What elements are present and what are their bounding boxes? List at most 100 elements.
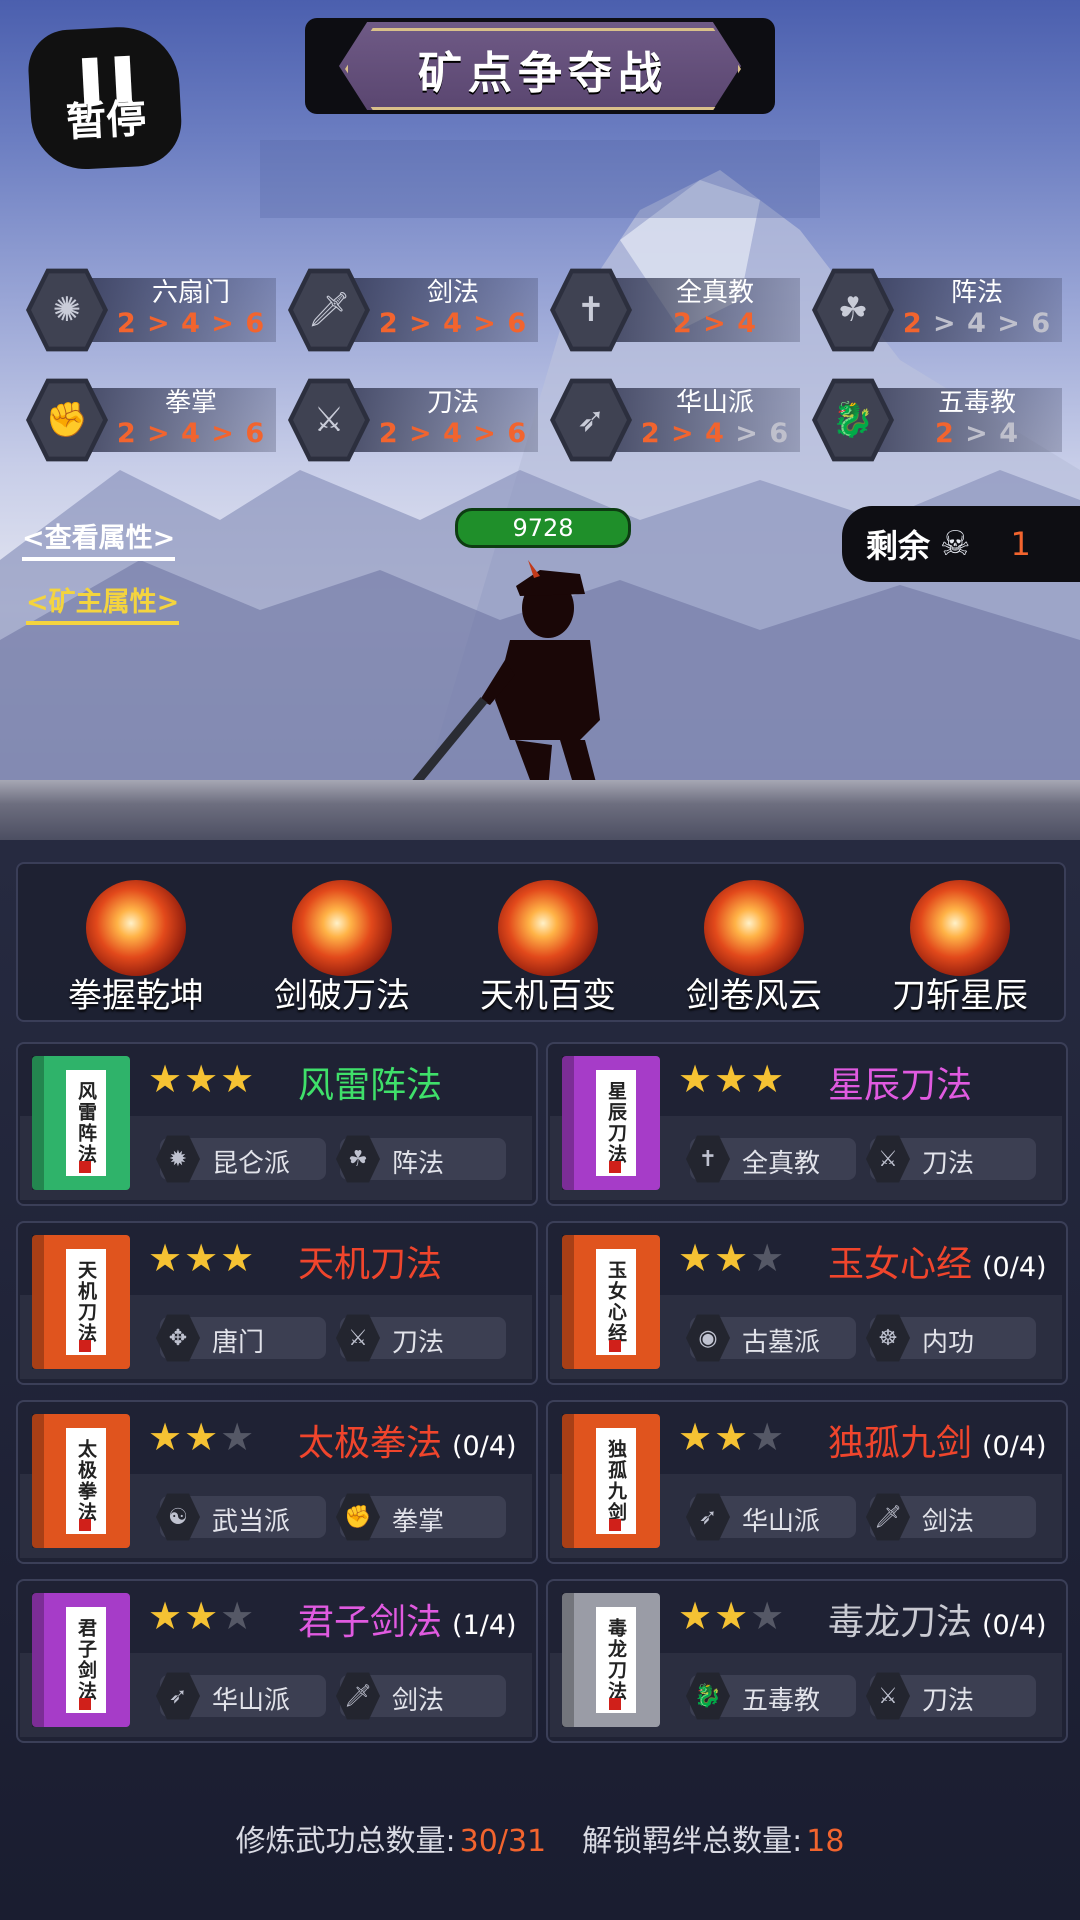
pause-icon: ❚❚ <box>69 47 138 105</box>
skill-orb-icon <box>292 880 392 976</box>
eye-icon-glyph: ◉ <box>698 1325 718 1351</box>
bond-tag: ☘ 阵法 <box>336 1135 506 1183</box>
skill-slot[interactable]: 拳握乾坤 <box>36 864 236 1020</box>
martial-art-card[interactable]: 天机刀法 ★★★ 天机刀法 ✥ 唐门 ⚔ 刀法 <box>16 1221 538 1385</box>
pause-button[interactable]: ❚❚ 暂停 <box>26 24 184 172</box>
bond-tag: ➶ 华山派 <box>156 1672 326 1720</box>
view-attributes-link[interactable]: <查看属性> <box>22 516 176 561</box>
tier-value: 4 <box>181 308 201 339</box>
fish-emblem-icon: ➶ <box>555 383 627 457</box>
bond-tag-label: 古墓派 <box>742 1328 821 1358</box>
art-progress: (0/4) <box>982 1252 1047 1283</box>
bond-tag: ✥ 唐门 <box>156 1314 326 1362</box>
book-seal <box>609 1698 621 1710</box>
tier-value: 4 <box>705 418 725 449</box>
crossed-blades-icon-glyph: ⚔ <box>878 1146 898 1172</box>
tier-value: 4 <box>443 418 463 449</box>
sword-icon: 🗡 <box>866 1493 910 1541</box>
tier-value: 6 <box>507 418 528 449</box>
bond-tag: ⚔ 刀法 <box>866 1672 1036 1720</box>
bond-tag-label: 华山派 <box>212 1686 291 1716</box>
skills-panel: 拳握乾坤 剑破万法 天机百变 剑卷风云 刀斩星辰 <box>16 862 1066 1022</box>
crossed-blades-icon: ⚔ <box>293 383 365 457</box>
manual-book-icon: 君子剑法 <box>32 1593 130 1727</box>
tier-separator: > <box>200 418 246 449</box>
star-filled-icon: ★ <box>220 1057 257 1101</box>
practice-total-label: 修炼武功总数量: <box>235 1824 456 1859</box>
skill-slot[interactable]: 刀斩星辰 <box>860 864 1060 1020</box>
tier-separator: > <box>398 308 444 339</box>
bond-item[interactable]: ✝ 全真教 2 > 4 <box>550 266 800 352</box>
martial-art-card[interactable]: 星辰刀法 ★★★ 星辰刀法 ✝ 全真教 ⚔ 刀法 <box>546 1042 1068 1206</box>
bond-tag-label: 华山派 <box>742 1507 821 1537</box>
bond-name: 阵法 <box>950 278 1003 308</box>
bond-tag-label: 阵法 <box>392 1149 445 1179</box>
skill-slot[interactable]: 剑破万法 <box>242 864 442 1020</box>
card-title: 毒龙刀法 (0/4) <box>828 1593 1047 1645</box>
star-rating: ★★★ <box>148 1239 256 1277</box>
bond-item[interactable]: 🐉 五毒教 2 > 4 <box>812 376 1062 462</box>
tier-value: 4 <box>999 418 1020 449</box>
martial-art-card[interactable]: 风雷阵法 ★★★ 风雷阵法 ✹ 昆仑派 ☘ 阵法 <box>16 1042 538 1206</box>
sun-emblem-icon: ✺ <box>31 273 103 347</box>
bond-tag: 🐉 五毒教 <box>686 1672 856 1720</box>
manual-book-icon: 天机刀法 <box>32 1235 130 1369</box>
bond-tag-label: 全真教 <box>742 1149 821 1179</box>
tier-separator: > <box>692 308 738 339</box>
tier-separator: > <box>954 418 1000 449</box>
bond-item[interactable]: ✊ 拳掌 2 > 4 > 6 <box>26 376 276 462</box>
martial-art-card[interactable]: 君子剑法 ★★★ 君子剑法 (1/4) ➶ 华山派 🗡 剑法 <box>16 1579 538 1743</box>
bond-item[interactable]: ✺ 六扇门 2 > 4 > 6 <box>26 266 276 352</box>
dragon-icon-glyph: 🐉 <box>694 1683 722 1709</box>
yin-yang-icon: ☯ <box>156 1493 200 1541</box>
dagger-emblem-icon: ✝ <box>555 273 627 347</box>
tier-value: 6 <box>769 418 790 449</box>
sword-icon-glyph: 🗡 <box>344 1683 372 1709</box>
tier-separator: > <box>660 418 706 449</box>
title-banner: 矿点争夺战 <box>305 10 775 120</box>
book-spine <box>32 1056 44 1190</box>
meditation-icon: ☸ <box>866 1314 910 1362</box>
bond-tag: ➶ 华山派 <box>686 1493 856 1541</box>
book-spine <box>562 1593 574 1727</box>
star-rating: ★★★ <box>148 1060 256 1098</box>
remaining-count: 1 <box>1010 525 1031 563</box>
triquetra-icon-glyph: ☘ <box>348 1146 368 1172</box>
skill-slot[interactable]: 剑卷风云 <box>654 864 854 1020</box>
martial-art-card[interactable]: 玉女心经 ★★★ 玉女心经 (0/4) ◉ 古墓派 ☸ 内功 <box>546 1221 1068 1385</box>
bond-name: 剑法 <box>426 278 479 308</box>
martial-art-card[interactable]: 太极拳法 ★★★ 太极拳法 (0/4) ☯ 武当派 ✊ 拳掌 <box>16 1400 538 1564</box>
star-filled-icon: ★ <box>184 1415 221 1459</box>
shuriken-icon-glyph: ✥ <box>168 1325 188 1351</box>
manual-book-icon: 玉女心经 <box>562 1235 660 1369</box>
bond-name: 五毒教 <box>937 388 1016 418</box>
meditation-icon-glyph: ☸ <box>878 1325 898 1351</box>
bond-item[interactable]: ➶ 华山派 2 > 4 > 6 <box>550 376 800 462</box>
fish-emblem-icon-glyph: ➶ <box>168 1683 188 1709</box>
martial-art-card[interactable]: 独孤九剑 ★★★ 独孤九剑 (0/4) ➶ 华山派 🗡 剑法 <box>546 1400 1068 1564</box>
tier-value: 4 <box>181 418 201 449</box>
tier-separator: > <box>986 308 1032 339</box>
crossed-blades-icon: ⚔ <box>866 1672 910 1720</box>
eye-icon: ◉ <box>686 1314 730 1362</box>
tier-separator: > <box>136 418 182 449</box>
star-rating: ★★★ <box>678 1597 786 1635</box>
tier-value: 2 <box>378 308 399 339</box>
star-filled-icon: ★ <box>220 1236 257 1280</box>
manual-book-icon: 独孤九剑 <box>562 1414 660 1548</box>
skill-label: 剑卷风云 <box>686 976 822 1016</box>
art-progress: (1/4) <box>452 1610 517 1641</box>
fist-icon: ✊ <box>336 1493 380 1541</box>
bond-item[interactable]: ⚔ 刀法 2 > 4 > 6 <box>288 376 538 462</box>
martial-art-card[interactable]: 毒龙刀法 ★★★ 毒龙刀法 (0/4) 🐉 五毒教 ⚔ 刀法 <box>546 1579 1068 1743</box>
bond-tiers: 2 > 4 > 6 <box>892 308 1062 339</box>
bond-item[interactable]: 🗡 剑法 2 > 4 > 6 <box>288 266 538 352</box>
owner-attributes-link[interactable]: <矿主属性> <box>26 580 180 625</box>
bond-tag-label: 内功 <box>922 1328 975 1358</box>
tier-separator: > <box>462 418 508 449</box>
tier-value: 4 <box>443 308 463 339</box>
hero-hp-bar: 9728 <box>455 508 631 548</box>
bond-item[interactable]: ☘ 阵法 2 > 4 > 6 <box>812 266 1062 352</box>
bond-tag-label: 剑法 <box>922 1507 975 1537</box>
skill-slot[interactable]: 天机百变 <box>448 864 648 1020</box>
